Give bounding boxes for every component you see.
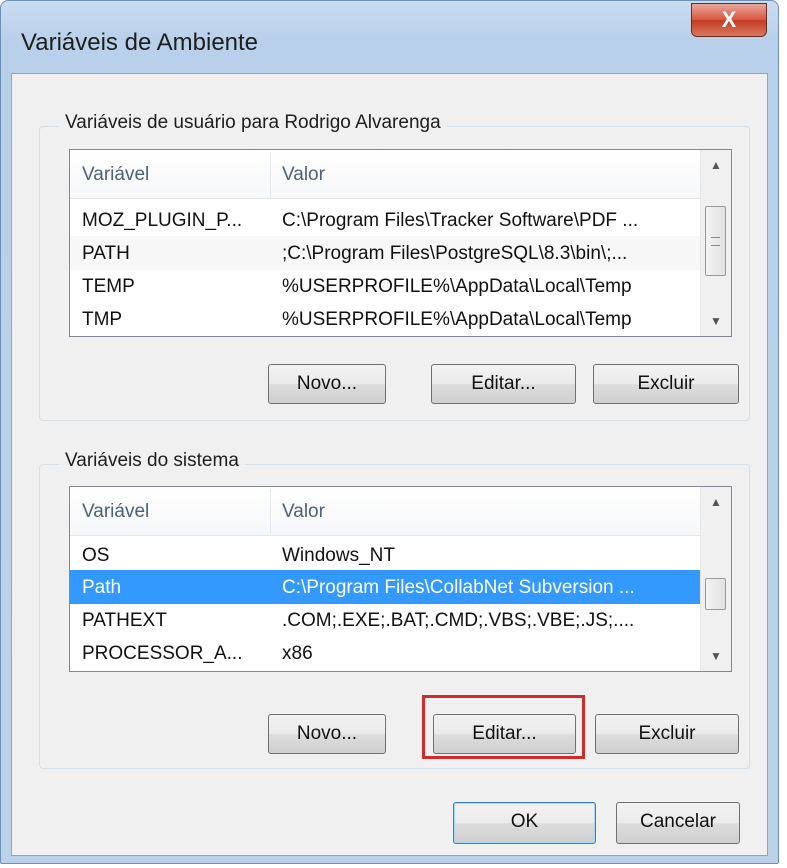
environment-variables-dialog: Variáveis de Ambiente X Variáveis de usu… <box>0 0 779 864</box>
column-header-value[interactable]: Valor <box>282 164 325 186</box>
title-bar[interactable]: Variáveis de Ambiente X <box>1 1 778 81</box>
variable-value: Windows_NT <box>282 545 395 566</box>
column-header-value[interactable]: Valor <box>282 501 325 523</box>
system-variables-list[interactable]: Variável Valor OS Windows_NT Path C:\Pro… <box>69 486 732 672</box>
scroll-thumb[interactable] <box>705 578 726 610</box>
list-row[interactable]: MOZ_PLUGIN_P... C:\Program Files\Tracker… <box>70 203 700 237</box>
scroll-grip-icon <box>711 237 720 246</box>
window-title: Variáveis de Ambiente <box>21 29 259 56</box>
variable-name: TEMP <box>82 276 135 297</box>
column-divider[interactable] <box>270 152 271 196</box>
scroll-down-icon[interactable]: ▼ <box>701 641 731 671</box>
list-row[interactable]: PATH ;C:\Program Files\PostgreSQL\8.3\bi… <box>70 236 700 270</box>
cancel-button[interactable]: Cancelar <box>616 802 740 844</box>
variable-name: PATHEXT <box>82 610 167 631</box>
list-row[interactable]: TEMP %USERPROFILE%\AppData\Local\Temp <box>70 269 700 303</box>
vertical-scrollbar[interactable]: ▲ ▼ <box>700 487 731 671</box>
variable-value: C:\Program Files\CollabNet Subversion ..… <box>282 577 635 598</box>
variable-name: MOZ_PLUGIN_P... <box>82 210 243 231</box>
user-edit-button[interactable]: Editar... <box>431 364 576 404</box>
variable-value: %USERPROFILE%\AppData\Local\Temp <box>282 309 632 330</box>
dialog-client-area: Variáveis de usuário para Rodrigo Alvare… <box>11 73 768 856</box>
system-new-button[interactable]: Novo... <box>268 714 386 754</box>
user-variables-list[interactable]: Variável Valor MOZ_PLUGIN_P... C:\Progra… <box>69 149 732 337</box>
user-delete-button[interactable]: Excluir <box>593 364 739 404</box>
ok-button[interactable]: OK <box>453 802 596 844</box>
scroll-down-icon[interactable]: ▼ <box>701 306 731 336</box>
list-row-selected[interactable]: Path C:\Program Files\CollabNet Subversi… <box>70 570 700 604</box>
user-new-button[interactable]: Novo... <box>268 364 386 404</box>
column-header-variable[interactable]: Variável <box>82 164 149 186</box>
close-button[interactable]: X <box>691 3 767 37</box>
highlight-annotation-box <box>422 695 585 759</box>
column-divider[interactable] <box>270 489 271 533</box>
list-row[interactable]: OS Windows_NT <box>70 538 700 572</box>
scroll-thumb[interactable] <box>705 206 726 276</box>
variable-value: ;C:\Program Files\PostgreSQL\8.3\bin\;..… <box>282 243 628 264</box>
list-row[interactable]: PROCESSOR_A... x86 <box>70 636 700 670</box>
scroll-up-icon[interactable]: ▲ <box>701 150 731 180</box>
close-icon[interactable]: X <box>722 7 737 32</box>
variable-name: OS <box>82 545 110 566</box>
list-row[interactable]: TMP %USERPROFILE%\AppData\Local\Temp <box>70 302 700 336</box>
column-header-variable[interactable]: Variável <box>82 501 149 523</box>
variable-value: .COM;.EXE;.BAT;.CMD;.VBS;.VBE;.JS;.... <box>282 610 635 631</box>
list-row[interactable]: PATHEXT .COM;.EXE;.BAT;.CMD;.VBS;.VBE;.J… <box>70 603 700 637</box>
scroll-up-icon[interactable]: ▲ <box>701 487 731 517</box>
variable-name: Path <box>82 577 122 598</box>
variable-value: x86 <box>282 643 313 664</box>
system-delete-button[interactable]: Excluir <box>595 714 739 754</box>
variable-value: %USERPROFILE%\AppData\Local\Temp <box>282 276 632 297</box>
variable-value: C:\Program Files\Tracker Software\PDF ..… <box>282 210 639 231</box>
variable-name: PATH <box>82 243 130 264</box>
list-header: Variável Valor <box>70 487 700 536</box>
variable-name: PROCESSOR_A... <box>82 643 243 664</box>
vertical-scrollbar[interactable]: ▲ ▼ <box>700 150 731 336</box>
list-header: Variável Valor <box>70 150 700 199</box>
user-variables-group-label: Variáveis de usuário para Rodrigo Alvare… <box>59 112 447 134</box>
system-variables-group-label: Variáveis do sistema <box>59 450 245 472</box>
variable-name: TMP <box>82 309 123 330</box>
